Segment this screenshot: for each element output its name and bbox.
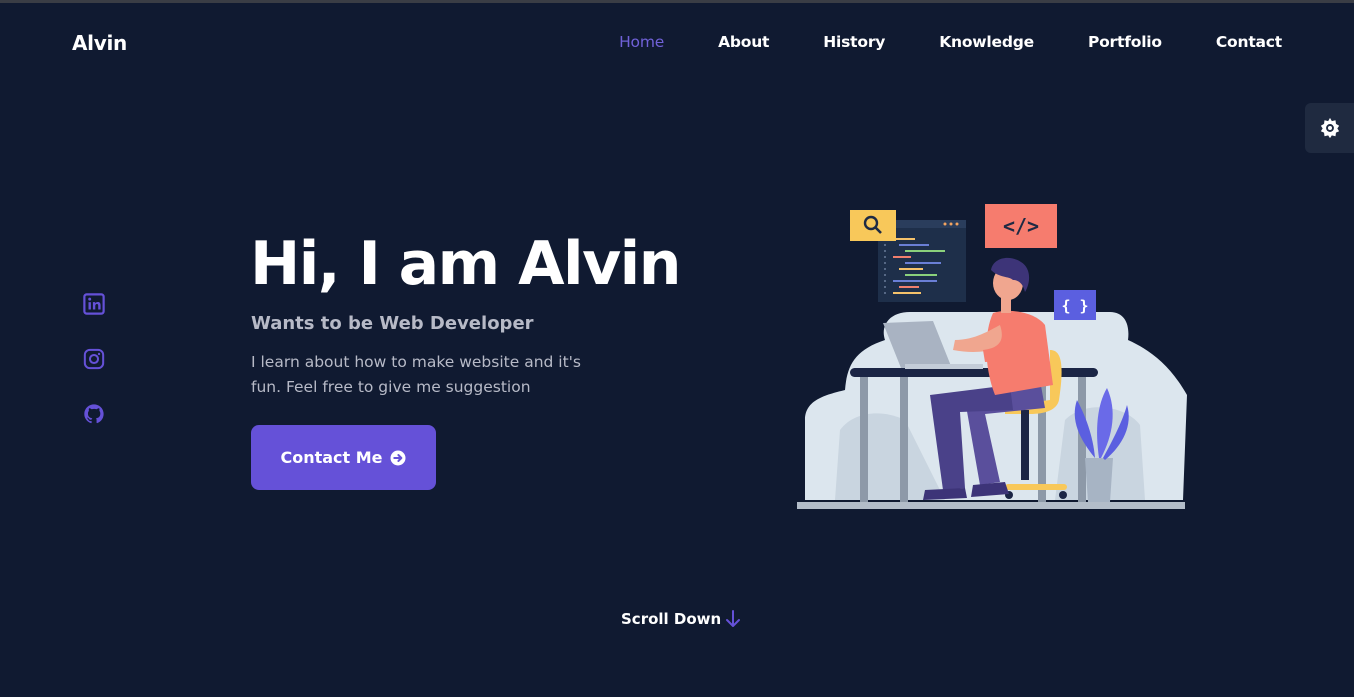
theme-toggle-button[interactable] xyxy=(1305,103,1354,153)
hero-subtitle: Wants to be Web Developer xyxy=(251,313,534,334)
nav-about[interactable]: About xyxy=(718,33,769,51)
social-links xyxy=(83,293,105,425)
nav-portfolio[interactable]: Portfolio xyxy=(1088,33,1162,51)
site-logo[interactable]: Alvin xyxy=(72,31,127,55)
brace-tag-text: { } xyxy=(1061,297,1088,315)
hero-description: I learn about how to make website and it… xyxy=(251,353,582,396)
code-tag-icon: </> xyxy=(985,204,1057,248)
instagram-icon[interactable] xyxy=(83,348,105,370)
scroll-down-label: Scroll Down xyxy=(621,610,722,628)
nav-contact[interactable]: Contact xyxy=(1216,33,1282,51)
floor-line xyxy=(797,502,1185,509)
nav-home[interactable]: Home xyxy=(619,33,664,51)
main-nav: Home About History Knowledge Portfolio C… xyxy=(565,33,1282,51)
brace-tag-icon: { } xyxy=(1054,290,1096,320)
developer-illustration: </> { } xyxy=(797,204,1187,509)
top-border xyxy=(0,0,1354,3)
contact-me-button[interactable]: Contact Me xyxy=(251,425,436,490)
github-icon[interactable] xyxy=(83,403,105,425)
contact-me-label: Contact Me xyxy=(280,448,383,467)
search-tag-icon xyxy=(850,210,896,241)
scroll-down-link[interactable]: Scroll Down xyxy=(621,610,741,628)
arrow-right-circle-icon xyxy=(390,450,406,465)
gear-icon xyxy=(1320,117,1339,139)
code-tag-text: </> xyxy=(1003,214,1039,238)
nav-history[interactable]: History xyxy=(823,33,885,51)
arrow-down-icon xyxy=(726,610,741,627)
nav-knowledge[interactable]: Knowledge xyxy=(939,33,1034,51)
hero-title: Hi, I am Alvin xyxy=(250,229,681,299)
linkedin-icon[interactable] xyxy=(83,293,105,315)
